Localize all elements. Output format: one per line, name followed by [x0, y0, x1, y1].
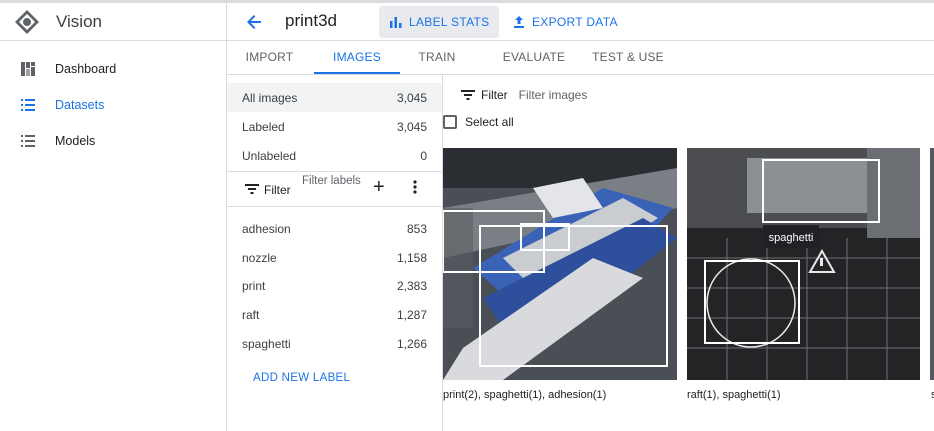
label-count: 1,158 — [396, 250, 427, 265]
nav-item-dashboard[interactable]: Dashboard — [0, 51, 226, 87]
nav-label: Datasets — [55, 98, 105, 112]
list-icon — [21, 99, 35, 111]
count-row-unlabeled[interactable]: Unlabeled 0 — [227, 141, 442, 170]
label-filter-input[interactable]: Filter labels — [302, 175, 364, 188]
select-all-checkbox[interactable] — [443, 115, 457, 129]
tab-bar: IMPORT IMAGES TRAIN EVALUATE TEST & USE — [227, 41, 934, 75]
image-filter-bar: Filter Filter images — [461, 87, 587, 103]
label-row-spaghetti[interactable]: spaghetti 1,266 — [227, 329, 442, 358]
vision-logo-icon — [15, 9, 39, 34]
nav-label: Dashboard — [55, 62, 117, 76]
back-arrow-icon[interactable] — [243, 11, 265, 33]
count-label: Labeled — [242, 119, 285, 134]
count-value: 3,045 — [396, 119, 427, 134]
left-nav: Vision Dashboard Datasets Models — [0, 3, 227, 431]
bar-chart-icon — [390, 17, 402, 28]
label-name: nozzle — [242, 250, 277, 265]
count-row-labeled[interactable]: Labeled 3,045 — [227, 112, 442, 141]
image-caption: print(2), spaghetti(1), adhesion(1) — [443, 389, 607, 401]
nav-item-datasets[interactable]: Datasets — [0, 87, 226, 123]
page-title: print3d — [285, 11, 337, 30]
tab-evaluate[interactable]: EVALUATE — [489, 41, 579, 74]
label-name: print — [242, 278, 266, 293]
select-all-label: Select all — [465, 115, 514, 129]
image-thumbnail: spaghetti — [687, 148, 920, 380]
add-icon[interactable]: + — [373, 177, 387, 197]
export-data-label: EXPORT DATA — [532, 15, 618, 29]
label-filter-label: Filter — [264, 183, 291, 197]
list-icon — [21, 135, 35, 147]
add-new-label-button[interactable]: ADD NEW LABEL — [253, 372, 350, 384]
upload-icon — [514, 16, 524, 28]
image-filter-input[interactable]: Filter images — [519, 88, 588, 102]
tab-images[interactable]: IMAGES — [314, 41, 400, 74]
tab-train[interactable]: TRAIN — [412, 41, 462, 74]
app-name: Vision — [56, 11, 102, 31]
label-row-print[interactable]: print 2,383 — [227, 271, 442, 300]
bounding-box-tooltip: spaghetti — [769, 232, 814, 244]
label-name: adhesion — [242, 221, 291, 236]
image-caption: raft(1), spaghetti(1) — [687, 389, 781, 401]
image-thumbnail — [443, 148, 677, 380]
tab-test-use[interactable]: TEST & USE — [590, 41, 666, 74]
page-header: print3d LABEL STATS EXPORT DATA — [227, 3, 934, 41]
label-stats-label: LABEL STATS — [409, 15, 490, 29]
label-count: 853 — [406, 221, 427, 236]
count-row-all[interactable]: All images 3,045 — [227, 83, 442, 112]
count-label: All images — [242, 90, 298, 105]
select-all[interactable]: Select all — [443, 115, 514, 129]
label-count: 1,287 — [396, 307, 427, 322]
label-panel: All images 3,045 Labeled 3,045 Unlabeled… — [227, 75, 443, 431]
label-name: raft — [242, 307, 260, 322]
tab-import[interactable]: IMPORT — [237, 41, 302, 74]
image-thumbnail — [930, 148, 934, 380]
nav-item-models[interactable]: Models — [0, 123, 226, 159]
label-name: spaghetti — [242, 336, 291, 351]
filter-icon — [461, 90, 475, 100]
dashboard-icon — [21, 62, 35, 76]
image-area: Filter Filter images Select all print(2)… — [443, 75, 934, 431]
count-value: 3,045 — [396, 90, 427, 105]
more-vert-icon[interactable] — [412, 179, 418, 195]
filter-icon — [245, 184, 259, 194]
label-stats-button[interactable]: LABEL STATS — [379, 6, 500, 38]
label-row-adhesion[interactable]: adhesion 853 — [227, 214, 442, 243]
nav-label: Models — [55, 134, 96, 148]
count-label: Unlabeled — [242, 148, 297, 163]
export-data-button[interactable]: EXPORT DATA — [502, 6, 628, 38]
label-row-raft[interactable]: raft 1,287 — [227, 300, 442, 329]
label-row-nozzle[interactable]: nozzle 1,158 — [227, 243, 442, 272]
image-card[interactable]: spaghetti — [687, 148, 920, 380]
image-card[interactable] — [443, 148, 677, 380]
label-count: 2,383 — [396, 278, 427, 293]
brand: Vision — [0, 3, 226, 41]
count-value: 0 — [420, 148, 427, 163]
image-filter-label: Filter — [481, 88, 508, 102]
label-filter-bar: Filter Filter labels + — [227, 171, 442, 207]
image-card[interactable] — [930, 148, 934, 380]
label-count: 1,266 — [396, 336, 427, 351]
